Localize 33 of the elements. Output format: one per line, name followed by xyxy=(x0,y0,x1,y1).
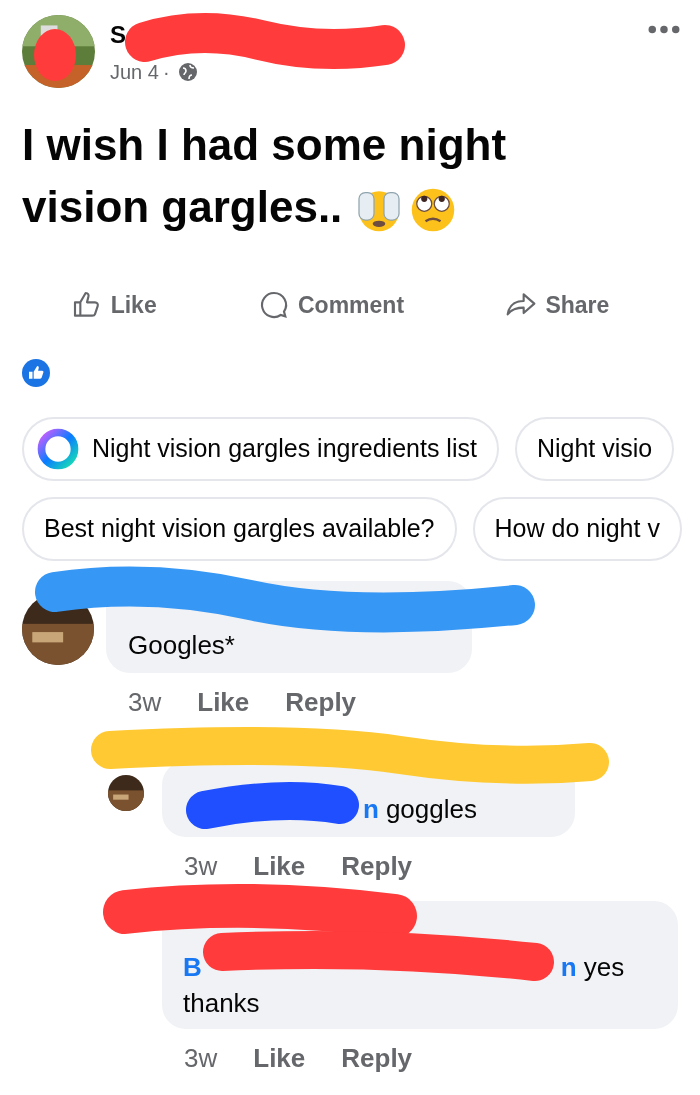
share-button[interactable]: Share xyxy=(505,288,610,323)
post-text: I wish I had some night xyxy=(22,120,507,169)
suggestion-chip[interactable]: How do night v xyxy=(472,496,682,561)
suggestion-chip[interactable]: Best night vision gargles available? xyxy=(22,496,457,561)
suggestion-chip[interactable]: Night vision gargles ingredients list xyxy=(22,416,499,481)
mention-link[interactable]: B xyxy=(183,948,202,985)
more-options-icon[interactable] xyxy=(648,25,680,34)
like-link[interactable]: Like xyxy=(253,1038,306,1078)
separator-dot: · xyxy=(162,60,170,85)
comment-text: goggles xyxy=(385,792,477,826)
mention-link[interactable]: n xyxy=(560,948,577,985)
post-date: Jun 4 xyxy=(110,60,159,85)
like-reaction-icon xyxy=(22,358,50,387)
like-button[interactable]: Like xyxy=(70,288,157,323)
suggestion-chip[interactable]: Night visio xyxy=(514,416,675,481)
post-text: vision gargles.. xyxy=(22,182,343,231)
comment-text: thanks xyxy=(183,986,260,1020)
reply-link[interactable]: Reply xyxy=(341,1038,413,1078)
globe-icon xyxy=(177,62,198,82)
comment-time: 3w xyxy=(128,685,162,719)
redaction-scribble xyxy=(34,29,76,81)
like-link[interactable]: Like xyxy=(253,846,306,886)
comment-time: 3w xyxy=(184,849,218,883)
comment-text: Googles* xyxy=(128,628,235,662)
comment-button[interactable]: Comment xyxy=(258,288,405,323)
comment-text: yes xyxy=(583,950,625,984)
ring-icon xyxy=(36,426,80,471)
reply-link[interactable]: Reply xyxy=(285,682,357,722)
comment-time: 3w xyxy=(184,1041,218,1075)
mention-link[interactable]: n xyxy=(363,790,379,827)
author-name[interactable]: S xyxy=(110,17,198,53)
like-link[interactable]: Like xyxy=(197,682,250,722)
reply-link[interactable]: Reply xyxy=(341,846,413,886)
